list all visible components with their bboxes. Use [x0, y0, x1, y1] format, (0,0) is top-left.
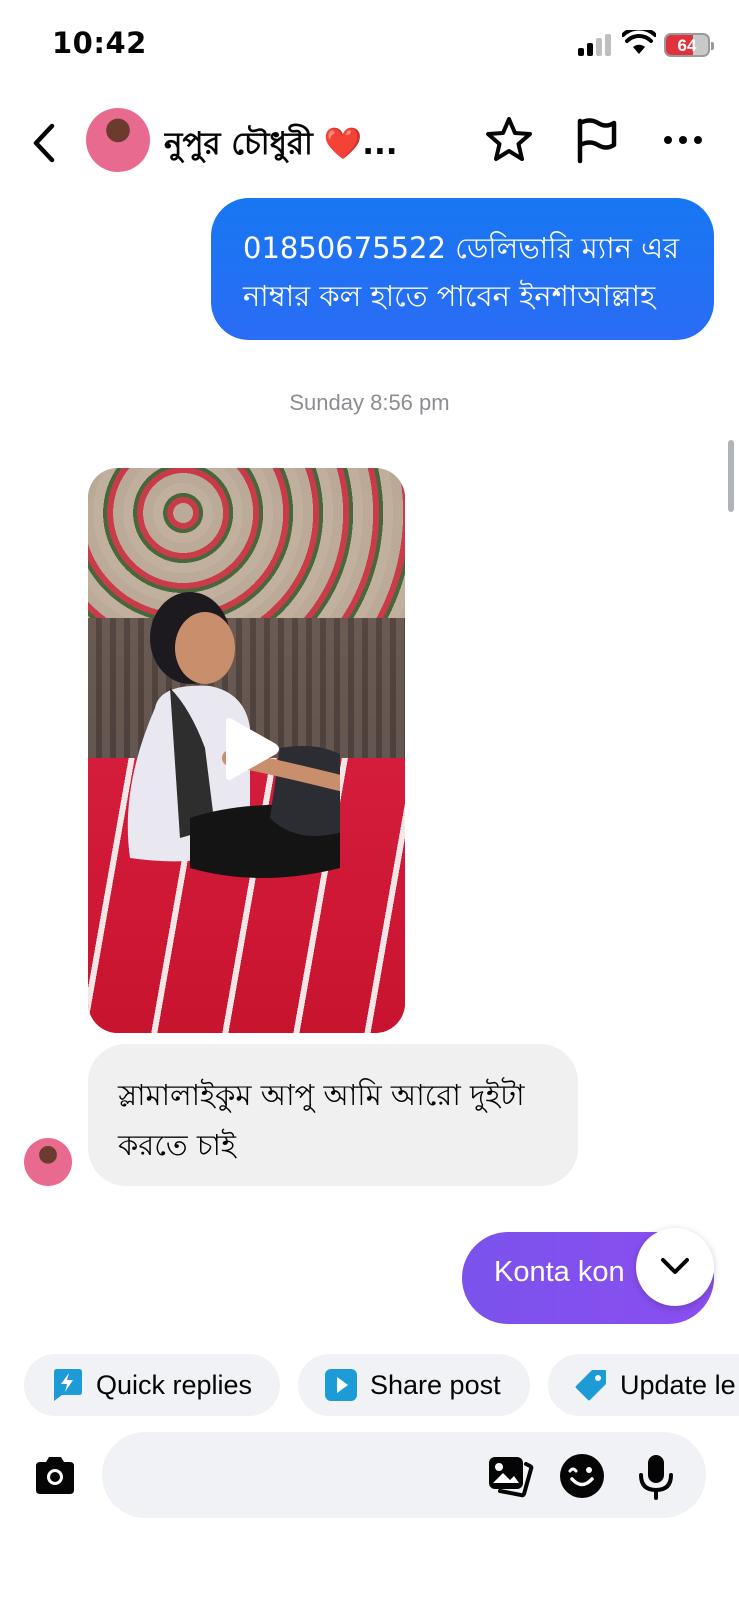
- sender-avatar[interactable]: [24, 1138, 72, 1186]
- chip-label: Share post: [370, 1369, 501, 1400]
- video-message[interactable]: [88, 468, 405, 1033]
- outgoing-message[interactable]: 01850675522 ডেলিভারি ম্যান এর নাম্বার কল…: [211, 198, 714, 340]
- tag-icon: [575, 1370, 606, 1401]
- message-text-line: 01850675522 ডেলিভারি ম্যান এর: [243, 231, 680, 265]
- battery-icon: 64: [664, 33, 714, 57]
- scrollbar[interactable]: [728, 440, 734, 512]
- microphone-icon[interactable]: [632, 1452, 680, 1500]
- chevron-down-icon: [661, 1258, 689, 1274]
- contact-avatar[interactable]: [86, 108, 150, 172]
- quick-replies-button[interactable]: Quick replies: [24, 1354, 280, 1416]
- chip-label: Update le: [620, 1369, 736, 1400]
- action-chips-row: Quick replies Share post Update le: [0, 1354, 739, 1416]
- scroll-to-bottom-button[interactable]: [636, 1228, 714, 1306]
- camera-icon[interactable]: [32, 1454, 78, 1498]
- emoji-icon[interactable]: [558, 1452, 606, 1500]
- cellular-signal-icon: [578, 34, 612, 56]
- contact-name[interactable]: নুপুর চৌধুরী ❤️...: [164, 120, 404, 172]
- message-timestamp: Sunday 8:56 pm: [289, 390, 450, 415]
- wifi-icon: [622, 30, 656, 54]
- back-icon[interactable]: [26, 118, 62, 168]
- gallery-icon[interactable]: [486, 1452, 534, 1500]
- flag-icon[interactable]: [572, 115, 622, 165]
- lightning-icon: [54, 1369, 82, 1401]
- incoming-message[interactable]: স্লামালাইকুম আপু আমি আরো দুইটা করতে চাই: [88, 1044, 578, 1186]
- message-text-line: করতে চাই: [118, 1128, 237, 1162]
- message-input[interactable]: [102, 1432, 706, 1518]
- status-bar: 10:42 64: [0, 0, 739, 90]
- update-lead-button[interactable]: Update le: [548, 1354, 739, 1416]
- share-post-button[interactable]: Share post: [298, 1354, 530, 1416]
- battery-percent: 64: [677, 36, 697, 55]
- message-text-line: স্লামালাইকুম আপু আমি আরো দুইটা: [118, 1078, 525, 1112]
- more-options-icon[interactable]: [658, 115, 708, 165]
- chip-label: Quick replies: [96, 1369, 253, 1400]
- message-text-line: নাম্বার কল হাতে পাবেন ইনশাআল্লাহ: [243, 279, 656, 313]
- share-post-icon: [325, 1369, 357, 1401]
- status-time: 10:42: [52, 26, 147, 60]
- star-icon[interactable]: [484, 115, 534, 165]
- message-composer: [0, 1432, 739, 1522]
- play-icon[interactable]: [220, 716, 280, 782]
- message-text: Konta kon: [494, 1256, 625, 1288]
